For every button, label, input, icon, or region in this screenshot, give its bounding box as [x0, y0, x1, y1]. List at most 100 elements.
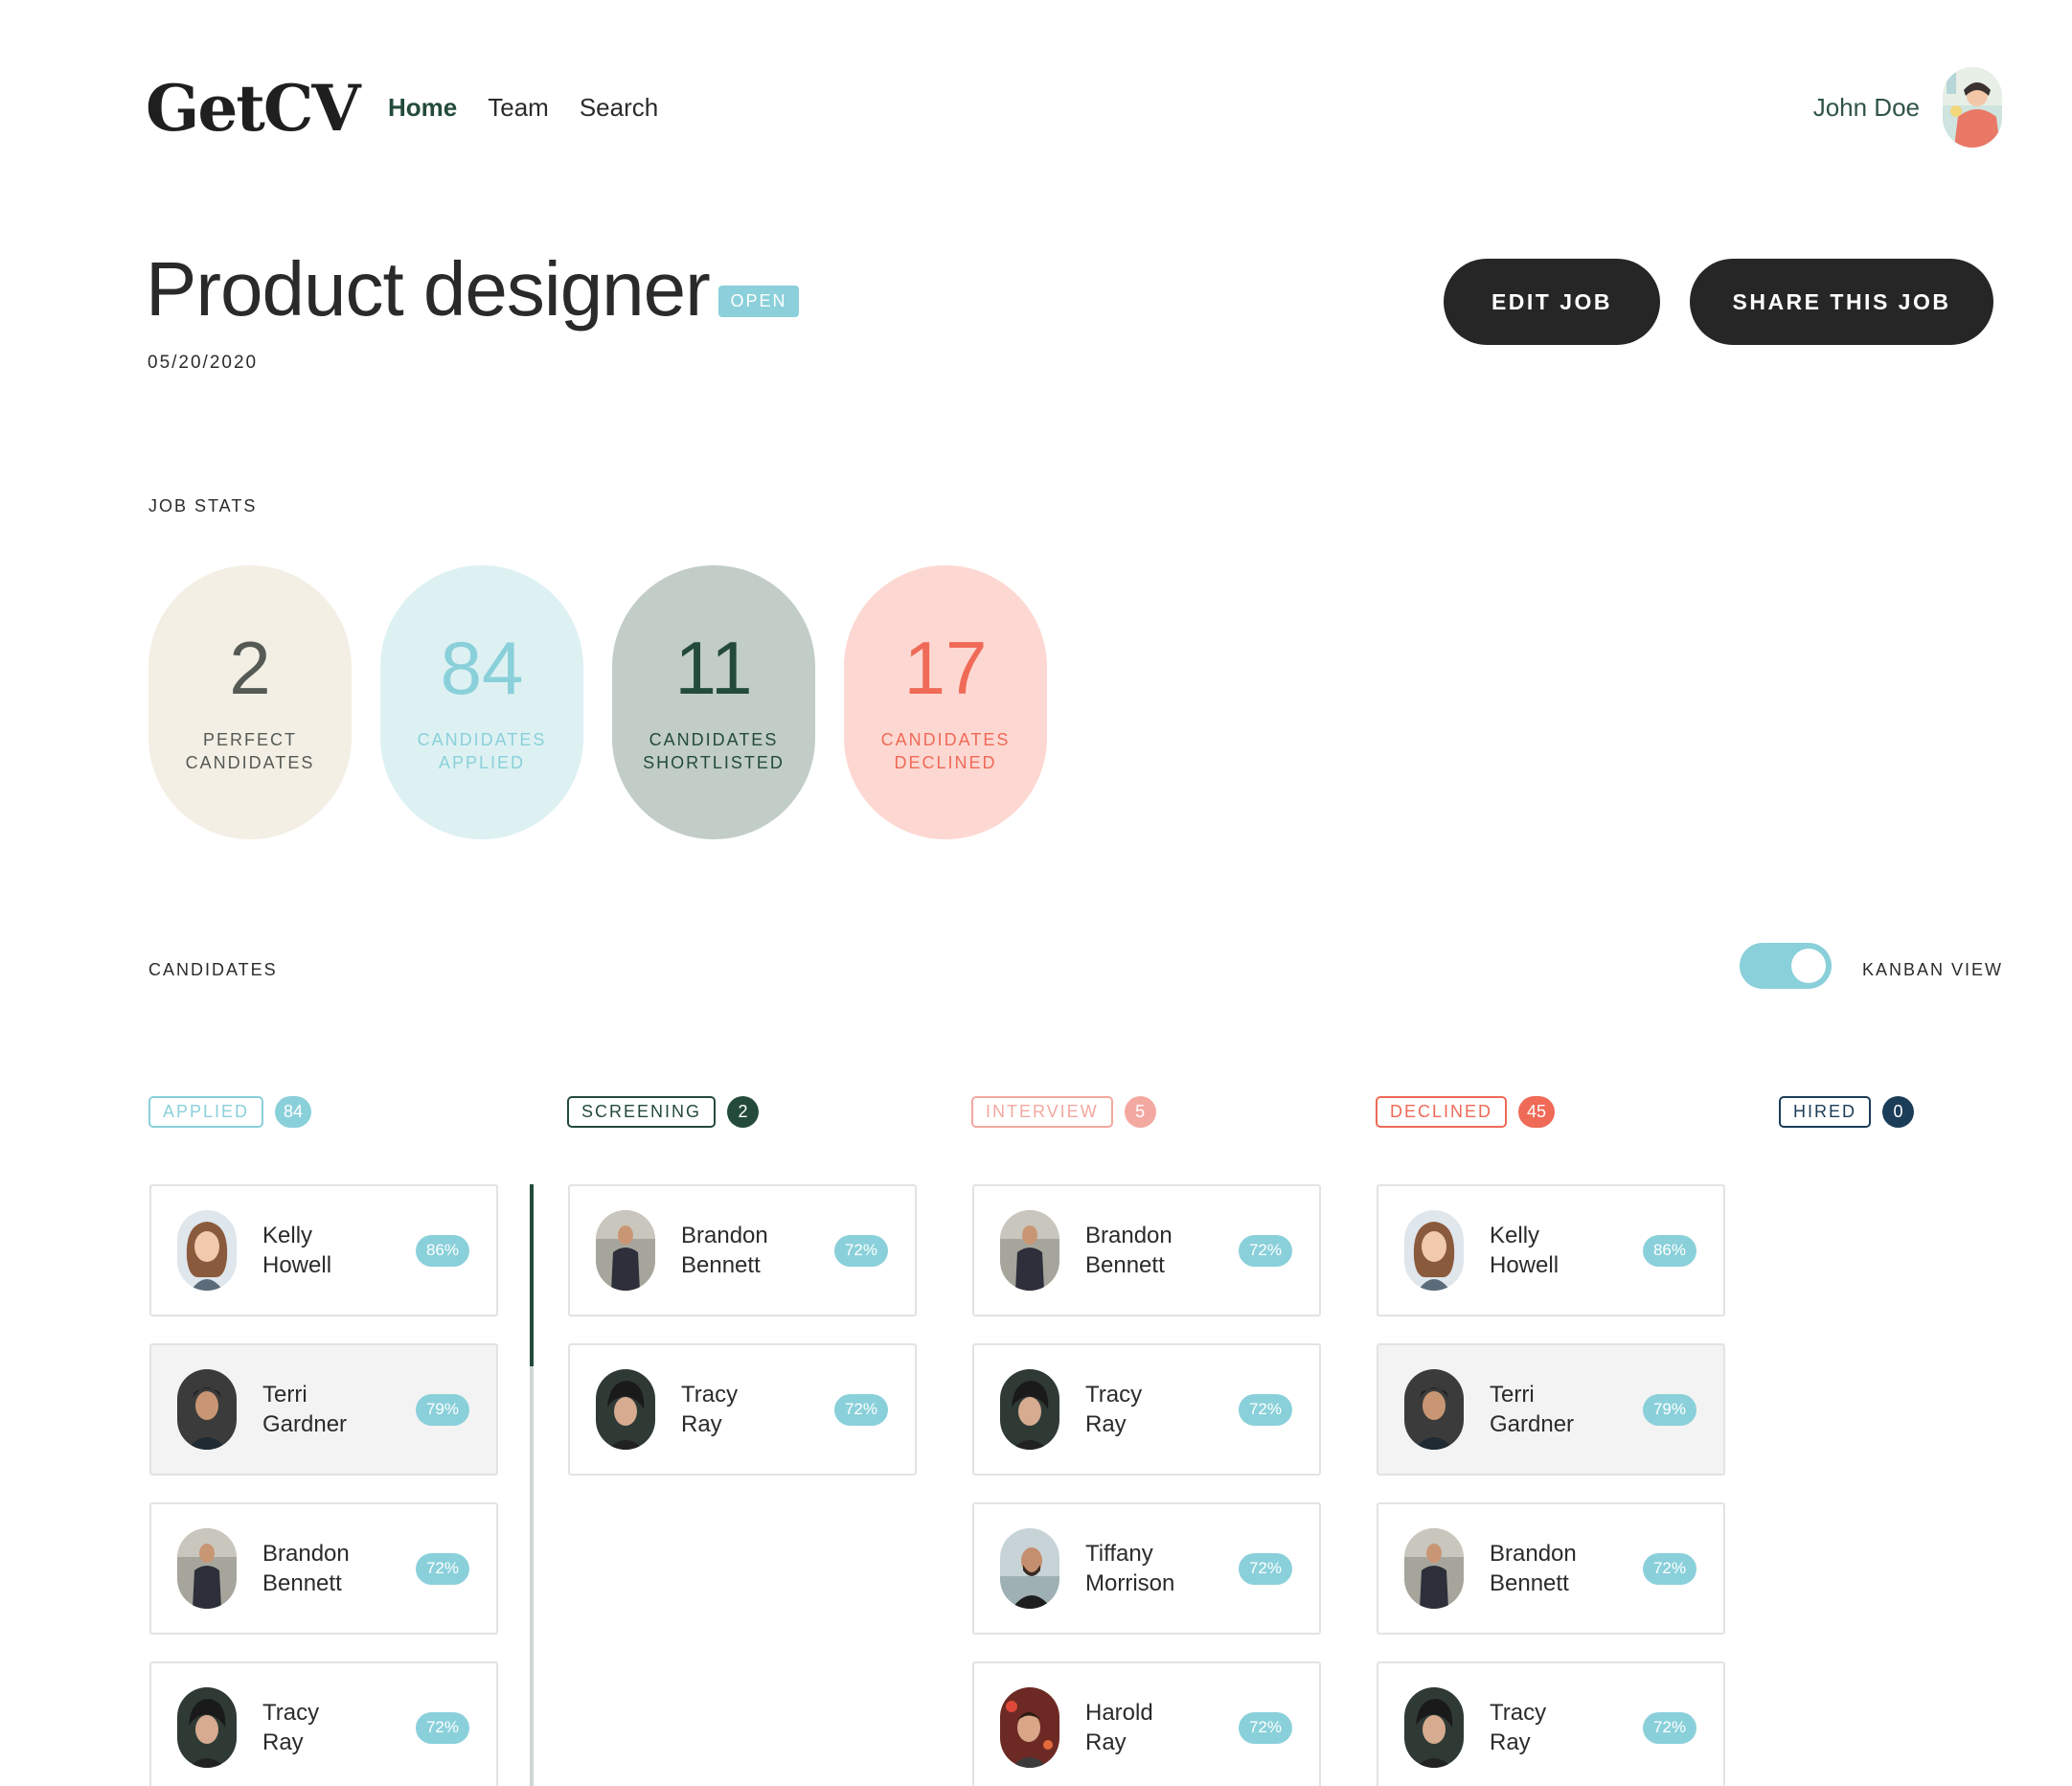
column-scrollbar-thumb[interactable]: [530, 1184, 534, 1366]
match-score-badge: 72%: [1642, 1552, 1696, 1585]
user-avatar[interactable]: [1943, 67, 2002, 148]
candidate-card-declined[interactable]: Terri Gardner 79%: [1377, 1343, 1725, 1476]
candidate-last-name: Gardner: [1490, 1411, 1575, 1437]
stat-label: CANDIDATES SHORTLISTED: [643, 730, 785, 772]
nav-home[interactable]: Home: [388, 93, 457, 123]
match-score-badge: 79%: [415, 1393, 469, 1426]
page-title: Product designer: [146, 246, 711, 332]
column-header-applied[interactable]: APPLIED 84: [148, 1096, 312, 1128]
candidate-avatar: [596, 1210, 655, 1291]
share-job-button[interactable]: SHARE THIS JOB: [1690, 259, 1993, 345]
candidate-card-interview[interactable]: Tracy Ray 72%: [972, 1343, 1321, 1476]
match-score-badge: 72%: [1238, 1711, 1292, 1744]
column-label: INTERVIEW: [971, 1096, 1113, 1128]
nav-search[interactable]: Search: [580, 93, 658, 123]
kanban-view-toggle[interactable]: [1740, 943, 1832, 989]
match-score-badge: 72%: [415, 1711, 469, 1744]
candidate-first-name: Kelly: [1490, 1223, 1540, 1248]
candidate-first-name: Brandon: [681, 1223, 768, 1248]
column-label: DECLINED: [1376, 1096, 1508, 1128]
candidate-card-declined[interactable]: Tracy Ray 72%: [1377, 1661, 1725, 1786]
stat-candidates-shortlisted[interactable]: 11 CANDIDATES SHORTLISTED: [612, 565, 815, 839]
match-score-badge: 72%: [1238, 1393, 1292, 1426]
column-header-declined[interactable]: DECLINED 45: [1376, 1096, 1556, 1128]
candidate-first-name: Harold: [1085, 1700, 1153, 1726]
candidate-avatar: [1000, 1528, 1059, 1609]
column-count: 5: [1124, 1096, 1156, 1128]
candidate-first-name: Tiffany: [1085, 1541, 1153, 1567]
candidate-card-interview[interactable]: Harold Ray 72%: [972, 1661, 1321, 1786]
candidate-card-interview[interactable]: Tiffany Morrison 72%: [972, 1502, 1321, 1635]
candidate-first-name: Tracy: [1490, 1700, 1547, 1726]
candidate-last-name: Ray: [1085, 1411, 1127, 1437]
candidate-card-screening[interactable]: Brandon Bennett 72%: [568, 1184, 917, 1317]
candidate-name: Brandon Bennett: [681, 1221, 815, 1280]
candidate-first-name: Terri: [262, 1382, 307, 1408]
status-badge: OPEN: [718, 286, 799, 317]
user-menu[interactable]: John Doe: [1813, 67, 2002, 148]
column-count: 0: [1882, 1096, 1915, 1128]
candidate-avatar: [1000, 1687, 1059, 1768]
stat-candidates-applied[interactable]: 84 CANDIDATES APPLIED: [380, 565, 583, 839]
candidate-avatar: [177, 1528, 237, 1609]
candidate-name: Harold Ray: [1085, 1698, 1219, 1757]
column-header-screening[interactable]: SCREENING 2: [567, 1096, 760, 1128]
candidate-card-interview[interactable]: Brandon Bennett 72%: [972, 1184, 1321, 1317]
match-score-badge: 86%: [1642, 1234, 1696, 1267]
match-score-badge: 72%: [1238, 1552, 1292, 1585]
candidate-card-applied[interactable]: Kelly Howell 86%: [149, 1184, 498, 1317]
candidate-first-name: Terri: [1490, 1382, 1535, 1408]
job-date: 05/20/2020: [148, 353, 259, 373]
candidate-card-applied[interactable]: Tracy Ray 72%: [149, 1661, 498, 1786]
user-name[interactable]: John Doe: [1813, 93, 1920, 123]
candidate-first-name: Tracy: [262, 1700, 320, 1726]
edit-job-button[interactable]: EDIT JOB: [1444, 259, 1660, 345]
candidate-card-applied[interactable]: Brandon Bennett 72%: [149, 1502, 498, 1635]
candidate-first-name: Brandon: [262, 1541, 350, 1567]
column-label: SCREENING: [567, 1096, 717, 1128]
candidate-name: Brandon Bennett: [1490, 1539, 1624, 1598]
candidate-card-applied[interactable]: Terri Gardner 79%: [149, 1343, 498, 1476]
candidate-last-name: Ray: [262, 1729, 304, 1755]
candidate-avatar: [1404, 1210, 1464, 1291]
stat-value: 17: [903, 626, 988, 710]
stat-value: 2: [229, 626, 271, 710]
column-header-interview[interactable]: INTERVIEW 5: [971, 1096, 1156, 1128]
candidate-name: Tiffany Morrison: [1085, 1539, 1219, 1598]
candidate-avatar: [177, 1369, 237, 1450]
job-stats-heading: JOB STATS: [148, 496, 258, 515]
stat-candidates-declined[interactable]: 17 CANDIDATES DECLINED: [844, 565, 1047, 839]
candidate-name: Kelly Howell: [262, 1221, 397, 1280]
column-count: 45: [1518, 1096, 1556, 1128]
main-nav: Home Team Search: [388, 93, 658, 123]
logo[interactable]: GetCV: [146, 77, 361, 140]
match-score-badge: 72%: [1238, 1234, 1292, 1267]
candidate-first-name: Tracy: [681, 1382, 739, 1408]
candidate-first-name: Tracy: [1085, 1382, 1143, 1408]
candidate-last-name: Morrison: [1085, 1570, 1175, 1596]
candidate-avatar: [596, 1369, 655, 1450]
candidate-card-declined[interactable]: Brandon Bennett 72%: [1377, 1502, 1725, 1635]
candidate-last-name: Bennett: [1085, 1252, 1165, 1278]
candidate-name: Tracy Ray: [1085, 1380, 1219, 1439]
candidate-avatar: [1404, 1528, 1464, 1609]
toggle-knob: [1791, 949, 1826, 983]
nav-team[interactable]: Team: [488, 93, 549, 123]
stat-perfect-candidates[interactable]: 2 PERFECT CANDIDATES: [148, 565, 352, 839]
candidate-card-declined[interactable]: Kelly Howell 86%: [1377, 1184, 1725, 1317]
match-score-badge: 72%: [833, 1234, 888, 1267]
candidates-heading: CANDIDATES: [148, 960, 278, 979]
candidate-name: Tracy Ray: [262, 1698, 397, 1757]
match-score-badge: 79%: [1642, 1393, 1696, 1426]
candidate-last-name: Howell: [1490, 1252, 1560, 1278]
match-score-badge: 72%: [415, 1552, 469, 1585]
candidate-last-name: Bennett: [681, 1252, 761, 1278]
candidate-name: Terri Gardner: [262, 1380, 397, 1439]
candidate-card-screening[interactable]: Tracy Ray 72%: [568, 1343, 917, 1476]
candidate-name: Tracy Ray: [1490, 1698, 1624, 1757]
candidate-last-name: Bennett: [1490, 1570, 1569, 1596]
match-score-badge: 72%: [833, 1393, 888, 1426]
column-header-hired[interactable]: HIRED 0: [1779, 1096, 1915, 1128]
candidate-avatar: [177, 1687, 237, 1768]
stat-label: CANDIDATES APPLIED: [417, 730, 547, 772]
